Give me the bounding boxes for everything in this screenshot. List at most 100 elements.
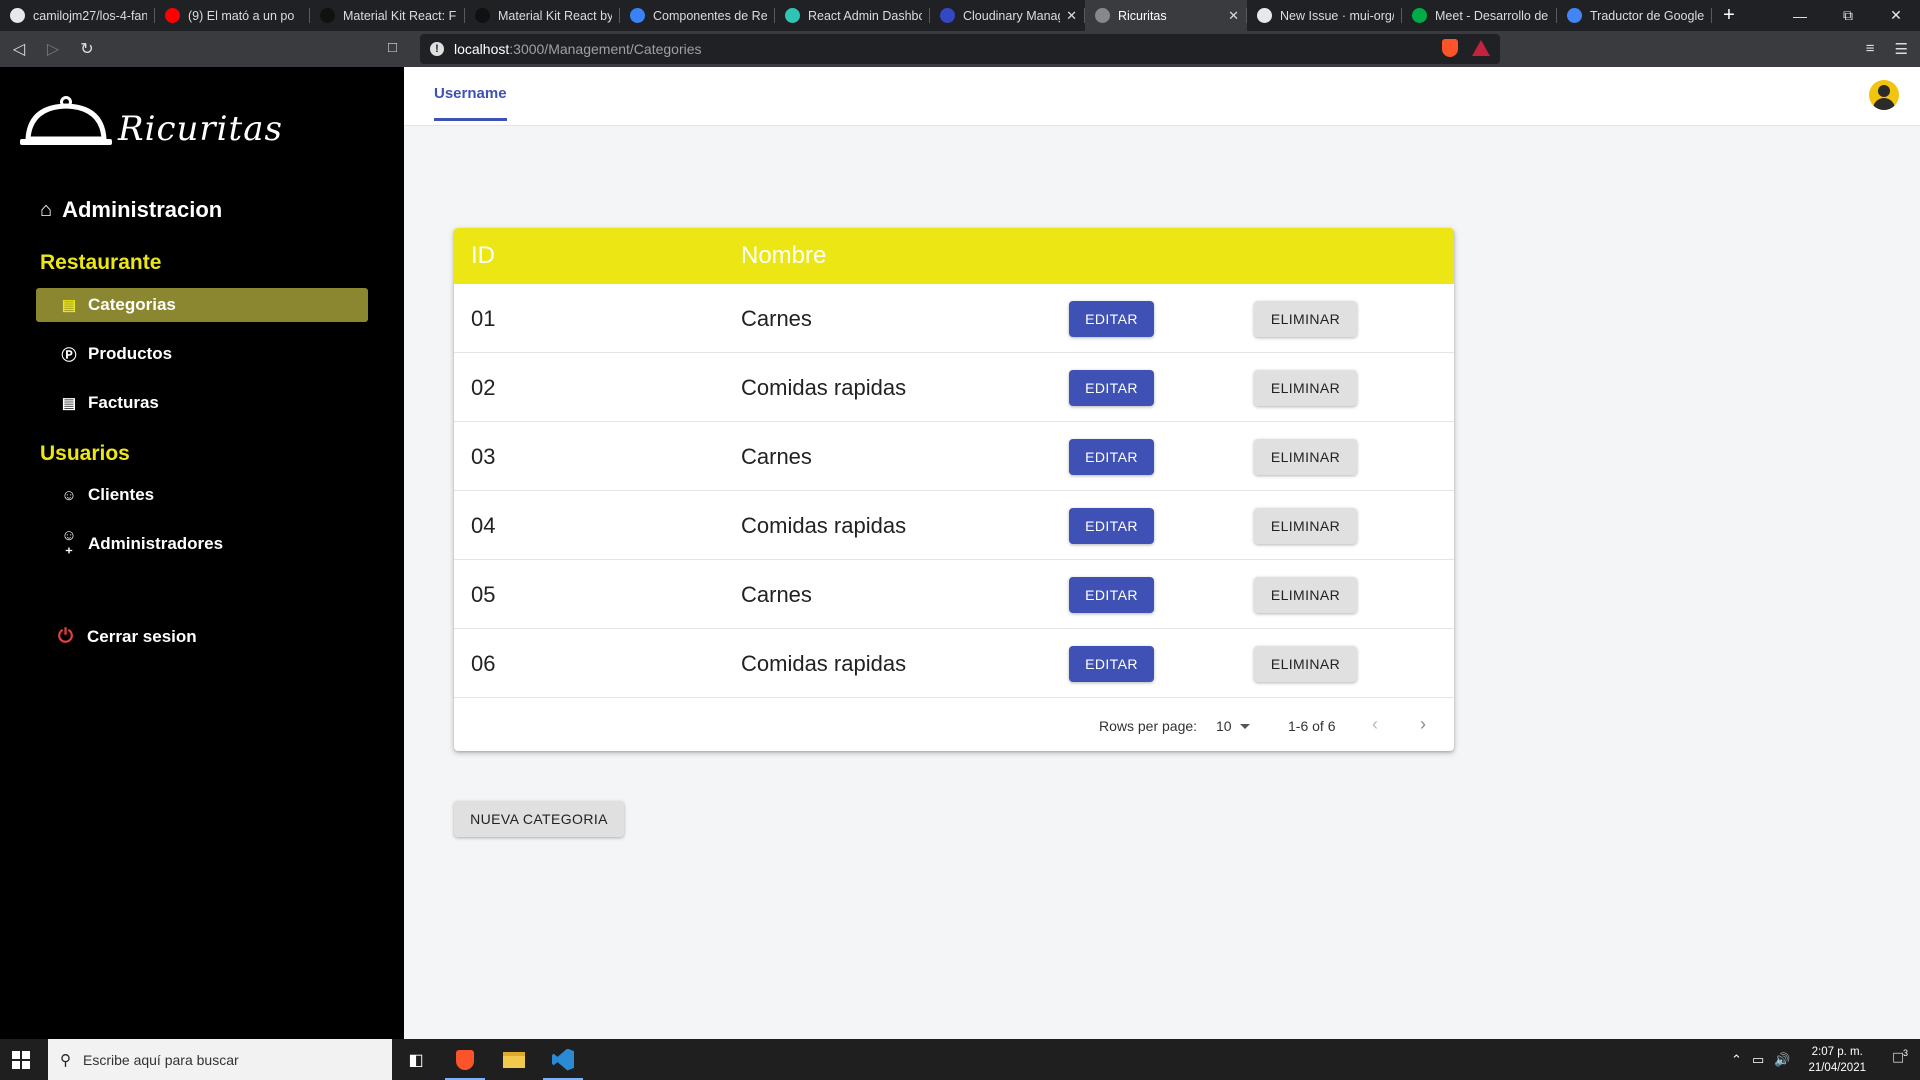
browser-tab[interactable]: Traductor de Google xyxy=(1557,0,1712,31)
delete-button[interactable]: ELIMINAR xyxy=(1254,439,1357,475)
clock[interactable]: 2:07 p. m. 21/04/2021 xyxy=(1808,1044,1866,1076)
tab-username[interactable]: Username xyxy=(434,67,507,121)
folder-icon xyxy=(503,1051,525,1068)
task-view-button[interactable]: ◧ xyxy=(392,1039,440,1080)
taskbar-explorer-button[interactable] xyxy=(490,1039,538,1080)
page-range: 1-6 of 6 xyxy=(1288,718,1336,734)
clock-date: 21/04/2021 xyxy=(1808,1061,1866,1074)
delete-button[interactable]: ELIMINAR xyxy=(1254,508,1357,544)
browser-tab[interactable]: camilojm27/los-4-fant xyxy=(0,0,155,31)
search-placeholder: Escribe aquí para buscar xyxy=(83,1051,239,1068)
site-info-icon[interactable]: ! xyxy=(430,42,444,56)
edit-button[interactable]: EDITAR xyxy=(1069,577,1154,613)
table-row: 03 Carnes EDITAR ELIMINAR xyxy=(454,422,1454,491)
tab-favicon-icon xyxy=(630,8,645,23)
bookmark-icon[interactable]: □ xyxy=(388,39,397,56)
network-icon[interactable]: ▭ xyxy=(1752,1052,1764,1068)
playlist-icon[interactable]: ≡ xyxy=(1866,40,1875,58)
back-icon[interactable]: ◁ xyxy=(4,34,34,64)
menu-icon[interactable]: ☰ xyxy=(1895,40,1908,58)
edit-button[interactable]: EDITAR xyxy=(1069,646,1154,682)
nav-admin-title[interactable]: ⌂ Administracion xyxy=(40,197,222,223)
tab-title: Componentes de Rea xyxy=(653,8,767,23)
browser-tab[interactable]: Material Kit React: Fre xyxy=(310,0,465,31)
brand-name: Ricuritas xyxy=(118,109,283,149)
cell-id: 01 xyxy=(471,306,496,331)
delete-button[interactable]: ELIMINAR xyxy=(1254,370,1357,406)
new-tab-button[interactable]: + xyxy=(1712,4,1746,27)
tab-favicon-icon xyxy=(1095,8,1110,23)
edit-button[interactable]: EDITAR xyxy=(1069,370,1154,406)
logout-button[interactable]: ⏻ Cerrar sesion xyxy=(58,626,197,648)
next-page-icon[interactable]: › xyxy=(1420,714,1426,735)
table-row: 06 Comidas rapidas EDITAR ELIMINAR xyxy=(454,629,1454,698)
reload-icon[interactable]: ↻ xyxy=(72,34,102,64)
close-tab-icon[interactable]: ✕ xyxy=(1228,8,1239,24)
power-icon: ⏻ xyxy=(58,626,74,647)
tab-favicon-icon xyxy=(1257,8,1272,23)
tab-favicon-icon xyxy=(475,8,490,23)
cloche-icon xyxy=(20,96,112,145)
close-tab-icon[interactable]: ✕ xyxy=(1066,8,1077,24)
new-category-button[interactable]: NUEVA CATEGORIA xyxy=(454,801,624,837)
notification-center-button[interactable]: □3 xyxy=(1893,1048,1908,1067)
window-controls: — ⧉ ✕ xyxy=(1776,0,1920,31)
categories-table-card: ID Nombre 01 Carnes EDITAR ELIMINAR 02 Comida… xyxy=(454,228,1454,751)
forward-icon[interactable]: ▷ xyxy=(38,34,68,64)
cell-id: 06 xyxy=(471,651,496,676)
taskbar-search-input[interactable]: ⚲ Escribe aquí para buscar xyxy=(48,1039,392,1080)
tab-title: Traductor de Google xyxy=(1590,8,1704,23)
minimize-icon[interactable]: — xyxy=(1776,0,1824,31)
volume-icon[interactable]: 🔊 xyxy=(1774,1052,1790,1068)
browser-tab[interactable]: Componentes de Rea xyxy=(620,0,775,31)
edit-button[interactable]: EDITAR xyxy=(1069,301,1154,337)
notification-count: 3 xyxy=(1902,1048,1908,1058)
avatar-head xyxy=(1878,85,1890,97)
cell-name: Carnes xyxy=(741,444,812,469)
prev-page-icon[interactable]: ‹ xyxy=(1372,714,1378,735)
chevron-down-icon[interactable] xyxy=(1240,724,1250,729)
sidebar-item-categorias[interactable]: ▤ Categorias xyxy=(36,288,368,322)
rows-per-page-label: Rows per page: xyxy=(1099,718,1198,734)
rows-per-page-select[interactable]: 10 xyxy=(1216,718,1232,734)
brave-rewards-icon[interactable] xyxy=(1472,40,1490,56)
tab-favicon-icon xyxy=(1412,8,1427,23)
table-pagination: Rows per page: 10 1-6 of 6 ‹ › xyxy=(454,699,1454,751)
sidebar-item-facturas[interactable]: ▤ Facturas xyxy=(36,386,368,420)
brand-logo[interactable]: Ricuritas xyxy=(20,95,283,149)
sidebar-item-administradores[interactable]: ☺⁺ Administradores xyxy=(36,527,368,562)
address-bar-row: ◁ ▷ ↻ □ ! localhost:3000/Management/Cate… xyxy=(0,31,1920,67)
edit-button[interactable]: EDITAR xyxy=(1069,508,1154,544)
delete-button[interactable]: ELIMINAR xyxy=(1254,577,1357,613)
windows-start-icon[interactable] xyxy=(12,1051,30,1069)
url-path: :3000/Management/Categories xyxy=(509,41,702,57)
brave-shield-icon[interactable] xyxy=(1442,39,1458,57)
browser-tab[interactable]: Cloudinary Manag ✕ xyxy=(930,0,1085,31)
avatar[interactable] xyxy=(1869,80,1899,110)
notification-icon: □ xyxy=(1893,1049,1903,1067)
sidebar-item-label: Facturas xyxy=(88,393,159,412)
edit-button[interactable]: EDITAR xyxy=(1069,439,1154,475)
restore-icon[interactable]: ⧉ xyxy=(1824,0,1872,31)
url-input[interactable]: ! localhost:3000/Management/Categories xyxy=(420,34,1500,64)
cell-id: 04 xyxy=(471,513,496,538)
delete-button[interactable]: ELIMINAR xyxy=(1254,646,1357,682)
browser-tab[interactable]: New Issue · mui-org/m xyxy=(1247,0,1402,31)
browser-tab[interactable]: (9) El mató a un po xyxy=(155,0,310,31)
browser-tab[interactable]: Material Kit React by C xyxy=(465,0,620,31)
browser-tab[interactable]: Meet - Desarrollo de S xyxy=(1402,0,1557,31)
taskbar-vscode-button[interactable] xyxy=(539,1039,587,1080)
table-row: 05 Carnes EDITAR ELIMINAR xyxy=(454,560,1454,629)
sidebar-item-clientes[interactable]: ☺ Clientes xyxy=(36,478,368,512)
delete-button[interactable]: ELIMINAR xyxy=(1254,301,1357,337)
receipt-icon: ▤ xyxy=(61,395,77,412)
tab-favicon-icon xyxy=(785,8,800,23)
chevron-up-icon[interactable]: ⌃ xyxy=(1731,1052,1742,1068)
app-header: Username xyxy=(404,67,1920,126)
browser-tab[interactable]: React Admin Dashboa xyxy=(775,0,930,31)
sidebar-item-productos[interactable]: Ⓟ Productos xyxy=(36,337,368,371)
taskbar-brave-button[interactable] xyxy=(441,1039,489,1080)
sidebar-item-label: Productos xyxy=(88,344,173,363)
close-window-icon[interactable]: ✕ xyxy=(1872,0,1920,31)
browser-tab[interactable]: Ricuritas ✕ xyxy=(1085,0,1247,31)
